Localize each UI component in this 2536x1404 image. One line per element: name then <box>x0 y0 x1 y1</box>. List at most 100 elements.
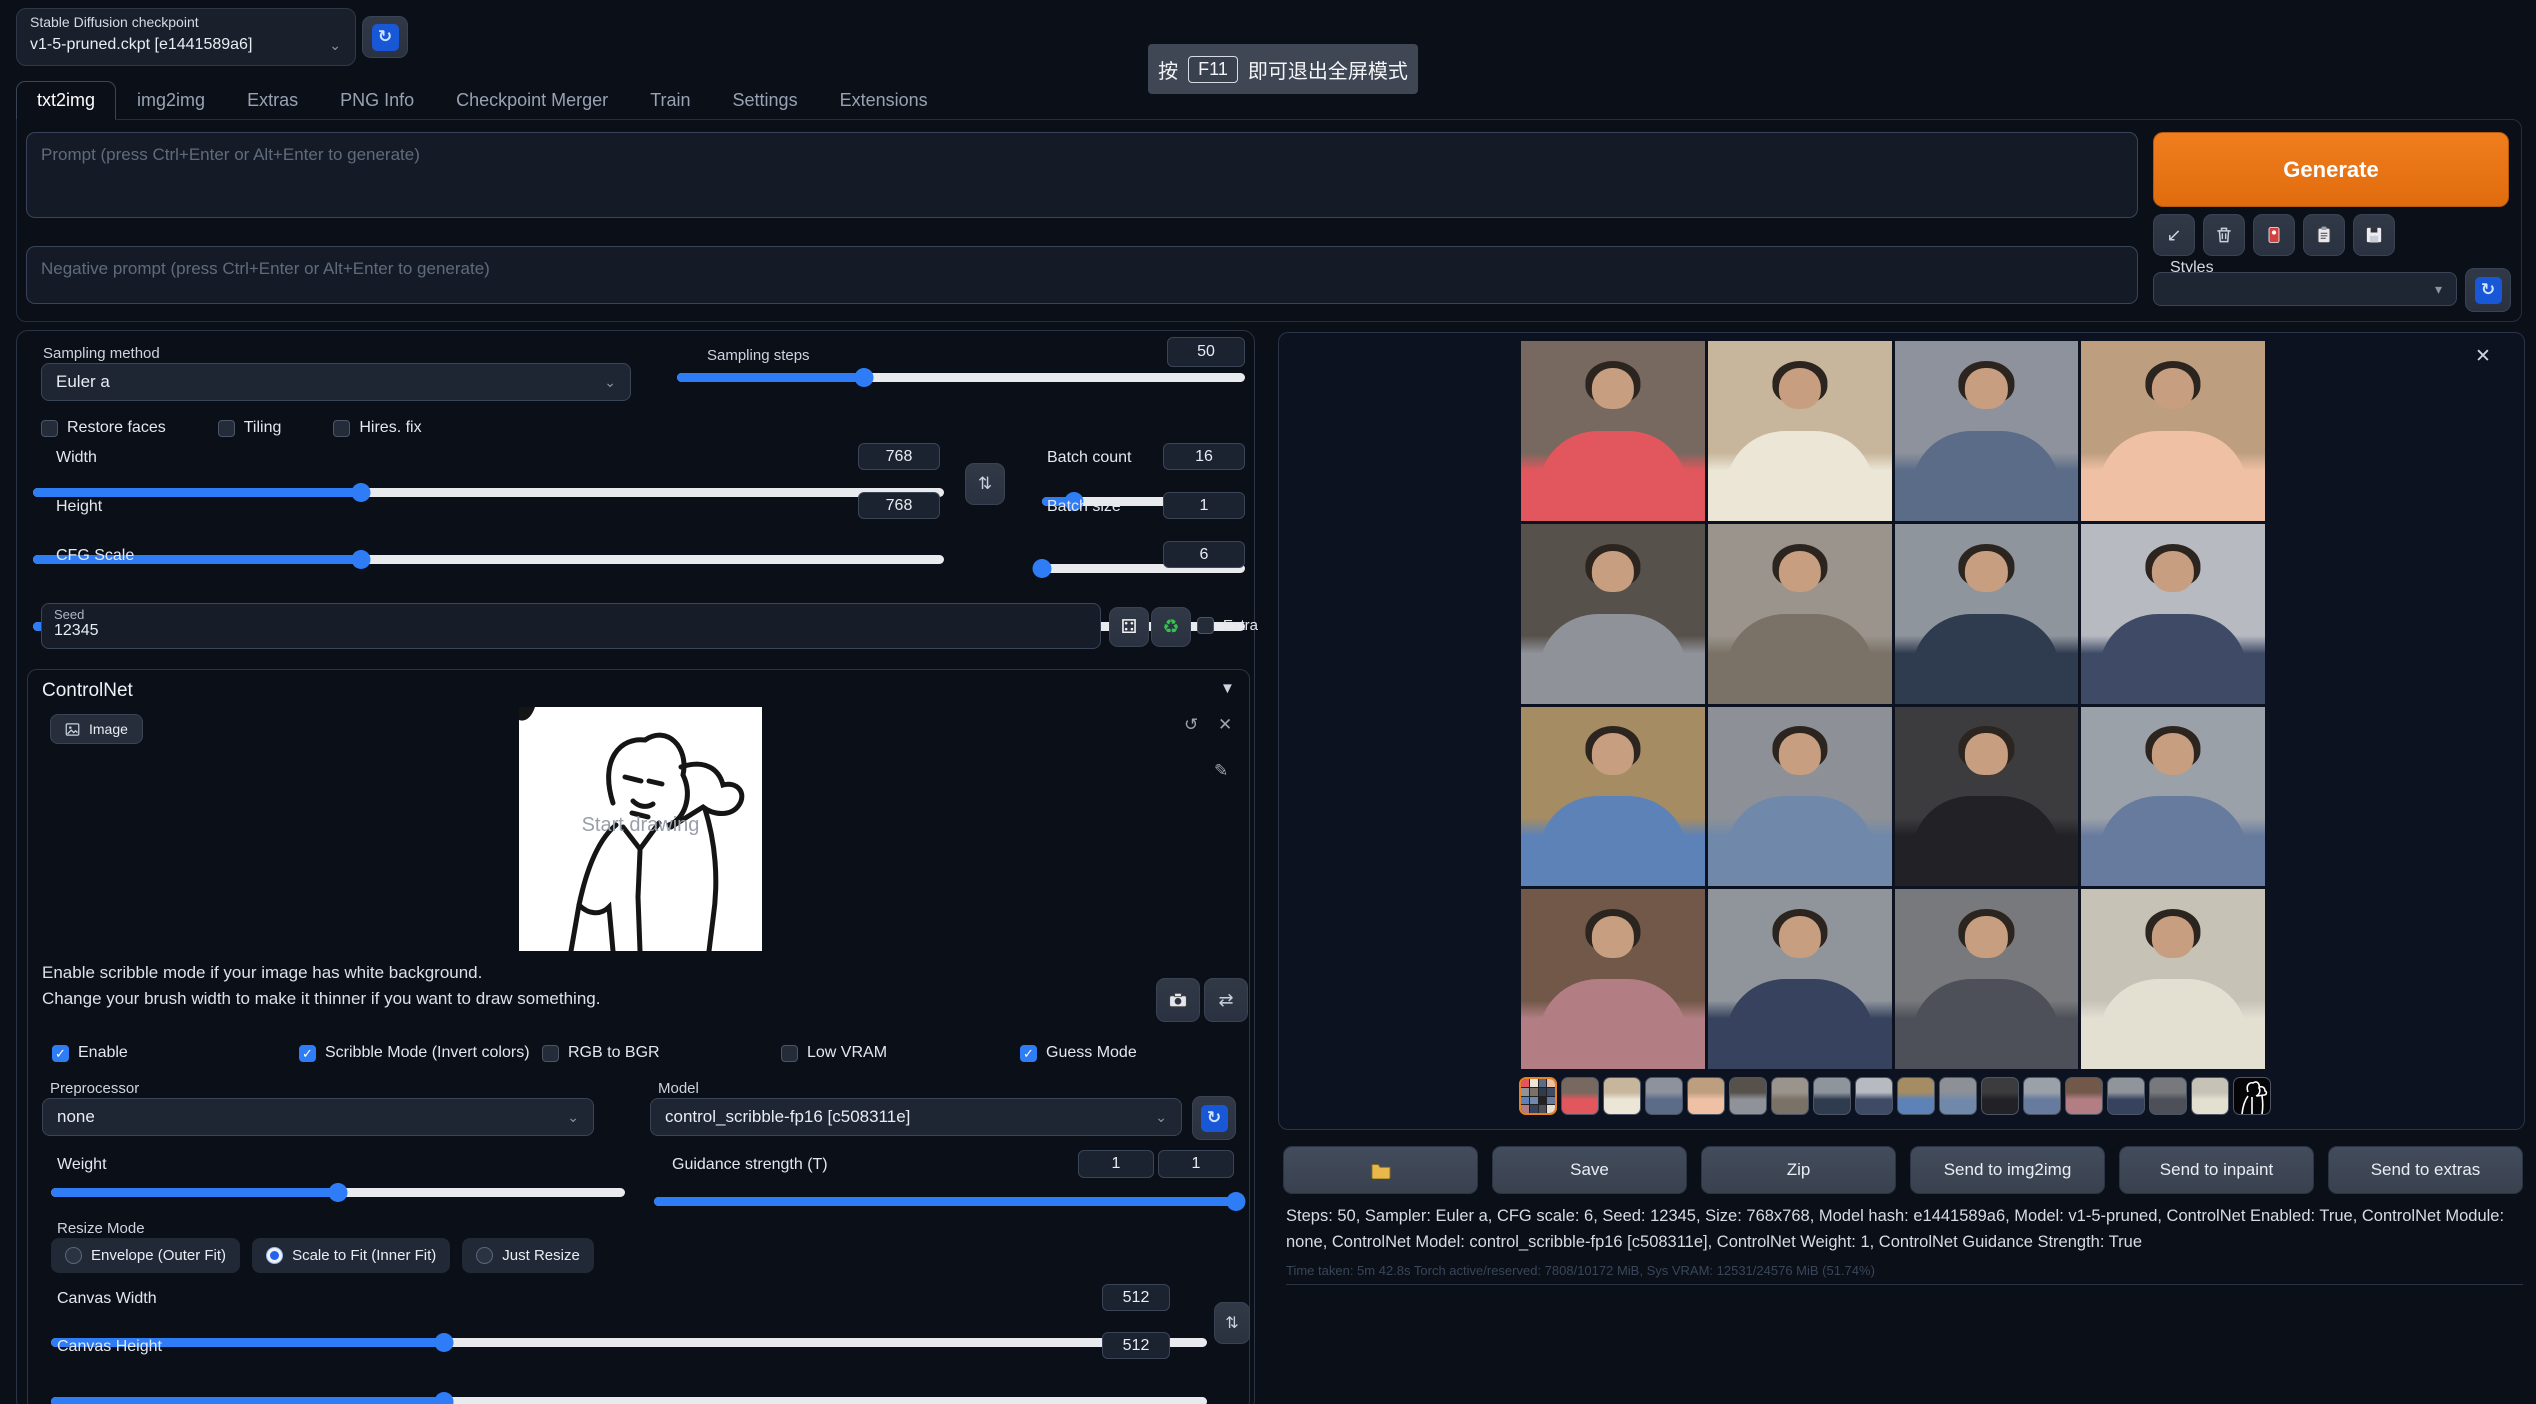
send-to-inpaint-button[interactable]: Send to inpaint <box>2119 1146 2314 1194</box>
batch-count-input[interactable]: 16 <box>1163 443 1245 470</box>
gallery-image-1[interactable] <box>1521 341 1705 521</box>
thumbnail-image-9[interactable] <box>1897 1077 1935 1115</box>
thumbnail-image-15[interactable] <box>2149 1077 2187 1115</box>
thumbnail-image-3[interactable] <box>1645 1077 1683 1115</box>
thumbnail-image-4[interactable] <box>1687 1077 1725 1115</box>
thumbnail-image-10[interactable] <box>1939 1077 1977 1115</box>
prompt-input[interactable] <box>26 132 2138 218</box>
gallery-image-10[interactable] <box>1708 707 1892 887</box>
seed-field[interactable]: Seed 12345 <box>41 603 1101 649</box>
resize-just-resize-radio[interactable] <box>476 1247 493 1264</box>
gallery-image-5[interactable] <box>1521 524 1705 704</box>
preprocessor-dropdown[interactable]: none ⌄ <box>42 1098 594 1136</box>
low-vram-option[interactable]: Low VRAM <box>781 1044 1020 1062</box>
gallery-image-7[interactable] <box>1895 524 2079 704</box>
checkpoint-refresh-button[interactable]: ↻ <box>362 16 408 58</box>
save-style-button[interactable] <box>2353 214 2395 256</box>
gallery-image-8[interactable] <box>2081 524 2265 704</box>
resize-scale-to-fit-option[interactable]: Scale to Fit (Inner Fit) <box>252 1238 450 1273</box>
close-icon[interactable]: ✕ <box>2475 345 2491 368</box>
thumbnail-image-1[interactable] <box>1561 1077 1599 1115</box>
swap-canvas-dims-button[interactable]: ⇅ <box>1214 1302 1250 1344</box>
canvas-width-input[interactable]: 512 <box>1102 1284 1170 1311</box>
model-dropdown[interactable]: control_scribble-fp16 [c508311e] ⌄ <box>650 1098 1182 1136</box>
tab-txt2img[interactable]: txt2img <box>16 81 116 120</box>
gallery-image-4[interactable] <box>2081 341 2265 521</box>
open-folder-button[interactable] <box>1283 1146 1478 1194</box>
random-seed-button[interactable]: ⚃ <box>1109 607 1149 647</box>
thumbnail-image-7[interactable] <box>1813 1077 1851 1115</box>
gallery-image-11[interactable] <box>1895 707 2079 887</box>
resize-just-resize-option[interactable]: Just Resize <box>462 1238 594 1273</box>
styles-dropdown[interactable]: ▾ <box>2153 272 2457 306</box>
guess-mode-checkbox[interactable] <box>1020 1045 1037 1062</box>
restore-faces-checkbox[interactable] <box>41 420 58 437</box>
clear-prompt-button[interactable] <box>2203 214 2245 256</box>
thumbnail-image-13[interactable] <box>2065 1077 2103 1115</box>
reuse-seed-button[interactable]: ♻ <box>1151 607 1191 647</box>
restore-faces-option[interactable]: Restore faces <box>41 419 166 437</box>
tab-checkpoint-merger[interactable]: Checkpoint Merger <box>435 81 629 120</box>
styles-refresh-button[interactable]: ↻ <box>2465 268 2511 312</box>
guidance-strength-slider[interactable] <box>654 1197 1236 1206</box>
width-slider[interactable] <box>33 488 944 497</box>
gallery-image-6[interactable] <box>1708 524 1892 704</box>
tab-train[interactable]: Train <box>629 81 711 120</box>
tab-img2img[interactable]: img2img <box>116 81 226 120</box>
model-refresh-button[interactable]: ↻ <box>1192 1096 1236 1140</box>
sampling-method-dropdown[interactable]: Euler a ⌄ <box>41 363 631 401</box>
controlnet-image-tab[interactable]: Image <box>50 714 143 744</box>
rgb-to-bgr-option[interactable]: RGB to BGR <box>542 1044 781 1062</box>
weight-slider[interactable] <box>51 1188 625 1197</box>
gallery-image-14[interactable] <box>1708 889 1892 1069</box>
webcam-button[interactable] <box>1156 978 1200 1022</box>
canvas-clear-button[interactable]: ✕ <box>1212 714 1238 736</box>
low-vram-checkbox[interactable] <box>781 1045 798 1062</box>
sampling-steps-slider[interactable] <box>677 373 1245 382</box>
send-to-img2img-button[interactable]: Send to img2img <box>1910 1146 2105 1194</box>
height-slider[interactable] <box>33 555 944 564</box>
canvas-width-slider[interactable] <box>51 1338 1207 1347</box>
canvas-height-input[interactable]: 512 <box>1102 1332 1170 1359</box>
thumbnail-image-5[interactable] <box>1729 1077 1767 1115</box>
scribble-mode-option[interactable]: Scribble Mode (Invert colors) <box>299 1044 542 1062</box>
tab-png-info[interactable]: PNG Info <box>319 81 435 120</box>
controlnet-canvas[interactable]: Start drawing <box>519 707 762 951</box>
gallery-image-2[interactable] <box>1708 341 1892 521</box>
gallery-image-3[interactable] <box>1895 341 2079 521</box>
thumbnail-image-14[interactable] <box>2107 1077 2145 1115</box>
gallery-image-9[interactable] <box>1521 707 1705 887</box>
enable-checkbox[interactable] <box>52 1045 69 1062</box>
swap-width-height-button[interactable]: ⇅ <box>965 463 1005 505</box>
controlnet-collapse-caret[interactable]: ▼ <box>1220 680 1235 697</box>
save-button[interactable]: Save <box>1492 1146 1687 1194</box>
tiling-checkbox[interactable] <box>218 420 235 437</box>
width-input[interactable]: 768 <box>858 443 940 470</box>
hires-fix-option[interactable]: Hires. fix <box>333 419 421 437</box>
tab-extensions[interactable]: Extensions <box>819 81 949 120</box>
height-input[interactable]: 768 <box>858 492 940 519</box>
thumbnail-image-8[interactable] <box>1855 1077 1893 1115</box>
controlnet-enable-option[interactable]: Enable <box>52 1044 299 1062</box>
thumbnail-image-2[interactable] <box>1603 1077 1641 1115</box>
send-to-extras-button[interactable]: Send to extras <box>2328 1146 2523 1194</box>
guidance-strength-input[interactable]: 1 <box>1158 1150 1234 1178</box>
scribble-mode-checkbox[interactable] <box>299 1045 316 1062</box>
tab-extras[interactable]: Extras <box>226 81 319 120</box>
resize-envelope-radio[interactable] <box>65 1247 82 1264</box>
negative-prompt-input[interactable] <box>26 246 2138 304</box>
thumbnail-image-11[interactable] <box>1981 1077 2019 1115</box>
canvas-height-slider[interactable] <box>51 1397 1207 1404</box>
thumbnail-image-12[interactable] <box>2023 1077 2061 1115</box>
canvas-undo-button[interactable]: ↺ <box>1178 714 1204 736</box>
rgb-to-bgr-checkbox[interactable] <box>542 1045 559 1062</box>
checkpoint-dropdown[interactable]: v1-5-pruned.ckpt [e1441589a6] <box>30 36 252 54</box>
seed-extra-option[interactable]: Extra <box>1197 617 1258 634</box>
canvas-brush-button[interactable]: ✎ <box>1208 760 1234 782</box>
resize-envelope-option[interactable]: Envelope (Outer Fit) <box>51 1238 240 1273</box>
tab-settings[interactable]: Settings <box>712 81 819 120</box>
resize-scale-to-fit-radio[interactable] <box>266 1247 283 1264</box>
guess-mode-option[interactable]: Guess Mode <box>1020 1044 1137 1062</box>
paste-params-button[interactable]: ↙ <box>2153 214 2195 256</box>
batch-size-input[interactable]: 1 <box>1163 492 1245 519</box>
